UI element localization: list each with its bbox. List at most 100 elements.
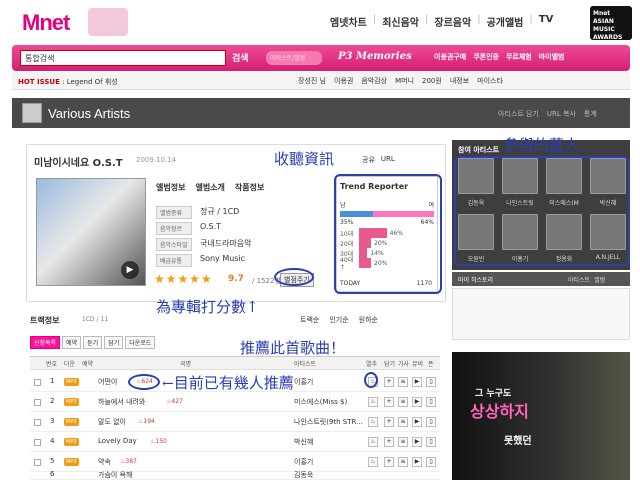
track-checkbox[interactable] — [34, 439, 41, 446]
add-icon[interactable]: + — [384, 377, 394, 387]
recommend-icon[interactable]: ♨ — [368, 397, 378, 407]
reserve-button[interactable]: 예약 — [62, 336, 82, 349]
track-title[interactable]: 어떤이 — [98, 377, 117, 387]
track-title[interactable]: 가슴이 욕해 — [98, 470, 132, 479]
user-name[interactable]: 장성진 님 — [298, 76, 326, 86]
share-link[interactable]: 공유 — [362, 155, 375, 165]
link-coupon[interactable]: 쿠폰인증 — [473, 52, 499, 62]
search-button[interactable]: 검색 — [232, 51, 249, 64]
add-icon[interactable]: + — [384, 457, 394, 467]
history-artist-tab[interactable]: 아티스트 — [568, 275, 590, 284]
nav-tv[interactable]: TV — [539, 14, 554, 29]
add-icon[interactable]: + — [384, 417, 394, 427]
add-artist-link[interactable]: 아티스트 담기 — [498, 109, 539, 119]
track-artist[interactable]: 박신혜 — [294, 437, 313, 447]
play-icon[interactable]: ▶ — [121, 261, 139, 279]
track-checkbox[interactable] — [34, 379, 41, 386]
url-link[interactable]: URL — [381, 155, 395, 165]
phone-icon[interactable]: ▯ — [426, 377, 436, 387]
mv-icon[interactable]: ▶ — [412, 417, 422, 427]
my-star-link[interactable]: 마이스타 — [477, 76, 503, 86]
lyrics-icon[interactable]: ≡ — [398, 377, 408, 387]
track-title[interactable]: 하늘에서 내려와 — [98, 397, 145, 407]
add-icon[interactable]: + — [384, 437, 394, 447]
mp3-badge[interactable]: MP3 — [64, 418, 79, 426]
nav-public-album[interactable]: 공개앨범 — [487, 14, 524, 29]
link-my-album[interactable]: 마이앨범 — [539, 52, 565, 62]
link-free-trial[interactable]: 무료체험 — [506, 52, 532, 62]
track-title[interactable]: 말도 없이 — [98, 417, 126, 427]
link-buy-pass[interactable]: 이용권구매 — [434, 52, 466, 62]
lyrics-icon[interactable]: ≡ — [398, 417, 408, 427]
award-badge[interactable]: Mnet ASIAN MUSIC AWARDS — [590, 6, 632, 41]
track-checkbox[interactable] — [34, 459, 41, 466]
mp3-badge[interactable]: MP3 — [64, 438, 79, 446]
track-checkbox[interactable] — [34, 419, 41, 426]
mp3-badge[interactable]: MP3 — [64, 378, 79, 386]
track-row[interactable]: 3 MP3 말도 없이 ♨194 나인스트릿(9th STR... ♨ + ≡ … — [30, 412, 440, 432]
recommend-icon[interactable]: ♨ — [368, 437, 378, 447]
history-links: 아티스트 앨범 — [568, 275, 605, 284]
recommend-icon[interactable]: ♨ — [368, 417, 378, 427]
sort-wish[interactable]: 원하순 — [359, 315, 378, 325]
info-row: 음악장르 O.S.T — [156, 222, 221, 235]
track-artist[interactable]: 나인스트릿(9th STR... — [294, 417, 363, 427]
mv-icon[interactable]: ▶ — [412, 437, 422, 447]
track-row[interactable]: 2 MP3 하늘에서 내려와 ♨427 미스에스(Miss $) ♨ + ≡ ▶… — [30, 392, 440, 412]
hot-issue[interactable]: HOT ISSUE : Legend Of 휘성 — [18, 77, 118, 87]
album-title: 미남이시네요 O.S.T — [34, 158, 123, 169]
listen-button[interactable]: 듣기 — [83, 336, 103, 349]
track-title[interactable]: Lovely Day — [98, 437, 137, 445]
sort-track[interactable]: 트랙순 — [300, 315, 319, 325]
tab-work-info[interactable]: 작품정보 — [235, 182, 264, 193]
track-count: 1CD / 11 — [82, 316, 109, 323]
mnet-logo[interactable]: Mnet — [22, 10, 70, 36]
mp3-badge[interactable]: MP3 — [64, 458, 79, 466]
track-checkbox[interactable] — [34, 399, 41, 406]
tab-album-intro[interactable]: 앨범소개 — [195, 182, 224, 193]
copy-url-link[interactable]: URL 복사 — [547, 109, 576, 119]
phone-icon[interactable]: ▯ — [426, 457, 436, 467]
p3-memories-link[interactable]: P3 Memories — [338, 51, 412, 62]
stats-link[interactable]: 통계 — [584, 109, 597, 119]
phone-icon[interactable]: ▯ — [426, 397, 436, 407]
pass-link[interactable]: 이용권 — [334, 76, 353, 86]
nav-chart[interactable]: 엠넷차트 — [330, 14, 367, 29]
track-artist[interactable]: 미스에스(Miss $) — [294, 397, 347, 407]
album-cover[interactable]: ▶ — [36, 178, 146, 286]
lyrics-icon[interactable]: ≡ — [398, 437, 408, 447]
mp3-badge[interactable]: MP3 — [64, 398, 79, 406]
phone-icon[interactable]: ▯ — [426, 417, 436, 427]
track-artist[interactable]: 김동욱 — [294, 470, 313, 479]
add-button[interactable]: 담기 — [104, 336, 124, 349]
nav-latest[interactable]: 최신음악 — [382, 14, 419, 29]
artist-select[interactable]: 아티스트/앨범 — [266, 51, 322, 65]
history-album-tab[interactable]: 앨범 — [594, 275, 605, 284]
col-add: 담기 — [384, 361, 396, 368]
lyrics-icon[interactable]: ≡ — [398, 397, 408, 407]
lyrics-icon[interactable]: ≡ — [398, 457, 408, 467]
track-artist[interactable]: 이홍기 — [294, 377, 313, 387]
recommend-icon[interactable]: ♨ — [368, 457, 378, 467]
request-list-button[interactable]: 신청목록 — [30, 336, 61, 349]
tab-album-info[interactable]: 앨범정보 — [156, 182, 185, 193]
annotation-oval-rate — [274, 268, 314, 286]
track-row[interactable]: 5 MP3 약속 ♨387 이홍기 ♨ + ≡ ▶ ▯ — [30, 452, 440, 472]
track-title[interactable]: 약속 — [98, 457, 111, 467]
album-tabs: 앨범정보 앨범소개 작품정보 — [156, 182, 264, 193]
phone-icon[interactable]: ▯ — [426, 437, 436, 447]
sort-popular[interactable]: 인기순 — [329, 315, 348, 325]
promo-logo[interactable] — [88, 8, 128, 36]
mv-icon[interactable]: ▶ — [412, 397, 422, 407]
track-row[interactable]: 6 가슴이 욕해 김동욱 — [30, 470, 440, 480]
mv-icon[interactable]: ▶ — [412, 457, 422, 467]
download-button[interactable]: 다운로드 — [125, 336, 156, 349]
nav-genre[interactable]: 장르음악 — [434, 14, 471, 29]
mv-icon[interactable]: ▶ — [412, 377, 422, 387]
track-artist[interactable]: 이홍기 — [294, 457, 313, 467]
add-icon[interactable]: + — [384, 397, 394, 407]
track-row[interactable]: 4 MP3 Lovely Day ♨150 박신혜 ♨ + ≡ ▶ ▯ — [30, 432, 440, 452]
my-info-link[interactable]: 내정보 — [450, 76, 469, 86]
listen-link[interactable]: 음악감상 — [361, 76, 387, 86]
search-input[interactable]: 통합검색 — [20, 50, 226, 66]
